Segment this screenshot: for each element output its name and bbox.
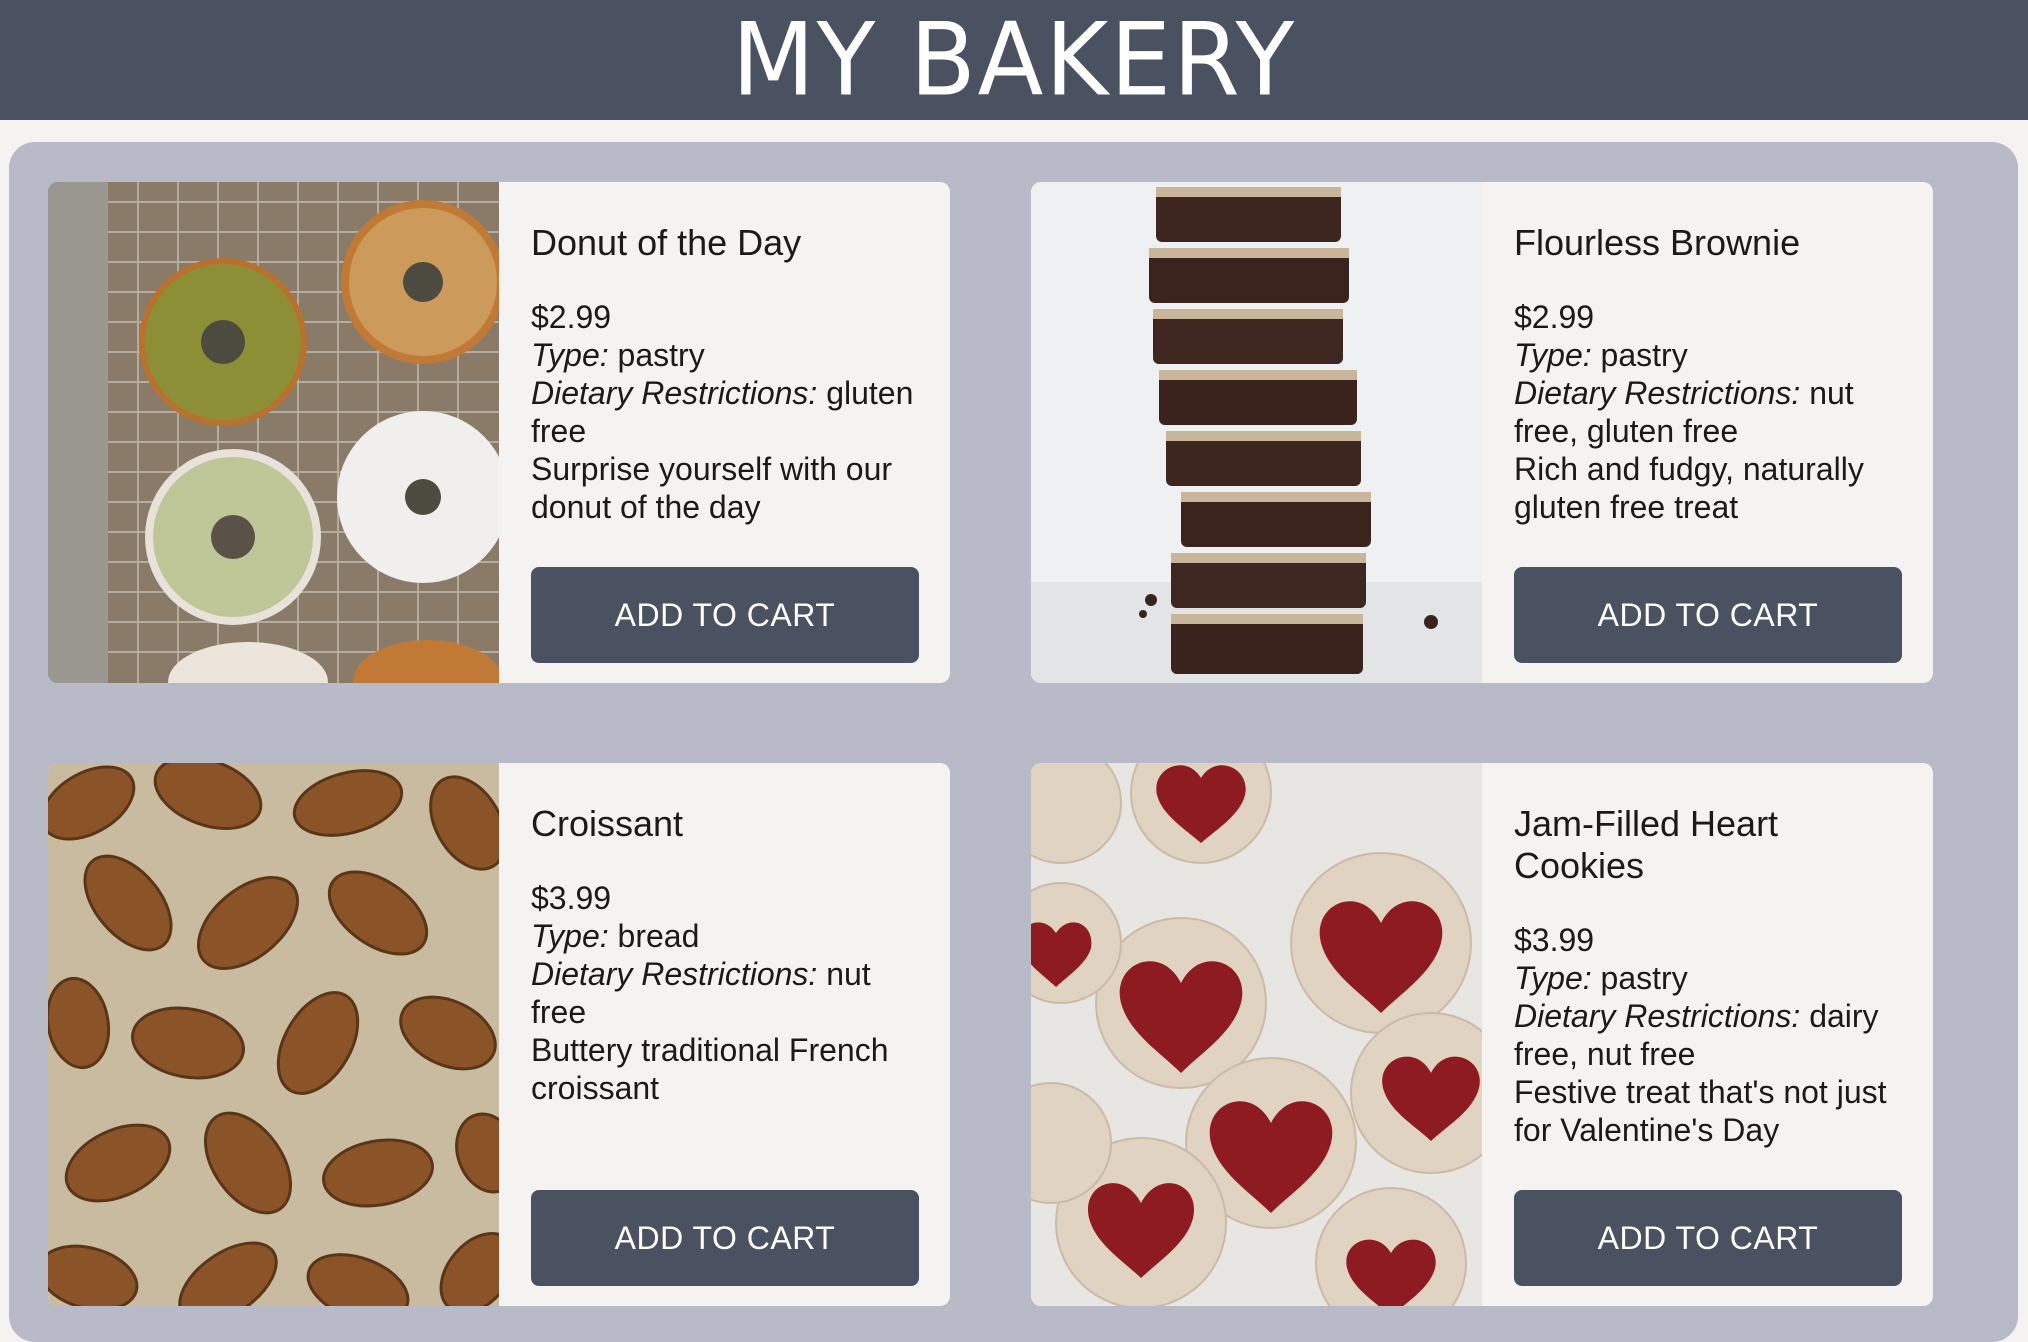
- type-value: pastry: [1600, 960, 1688, 996]
- product-price: $2.99: [1514, 299, 1595, 335]
- type-value: bread: [617, 918, 700, 954]
- add-to-cart-button[interactable]: ADD TO CART: [1514, 567, 1902, 663]
- product-name: Croissant: [531, 803, 684, 844]
- page-title: MY BAKERY: [731, 1, 1297, 119]
- product-card: Croissant $3.99 Type: bread Dietary Rest…: [48, 763, 950, 1306]
- product-diet: Dietary Restrictions: nut free: [531, 955, 918, 1031]
- product-details: Jam-Filled Heart Cookies $3.99 Type: pas…: [1482, 763, 1933, 1306]
- product-grid: Donut of the Day $2.99 Type: pastry Diet…: [9, 142, 2018, 1342]
- product-card: Jam-Filled Heart Cookies $3.99 Type: pas…: [1031, 763, 1933, 1306]
- add-to-cart-button[interactable]: ADD TO CART: [1514, 1190, 1902, 1286]
- product-details: Donut of the Day $2.99 Type: pastry Diet…: [499, 182, 950, 683]
- type-value: pastry: [617, 337, 705, 373]
- product-price: $2.99: [531, 299, 612, 335]
- product-type: Type: pastry: [1514, 336, 1901, 374]
- type-label: Type:: [1514, 960, 1592, 996]
- product-description: Festive treat that's not just for Valent…: [1514, 1074, 1887, 1148]
- product-diet: Dietary Restrictions: nut free, gluten f…: [1514, 374, 1901, 450]
- type-label: Type:: [531, 337, 609, 373]
- type-value: pastry: [1600, 337, 1688, 373]
- diet-label: Dietary Restrictions:: [1514, 375, 1801, 411]
- product-name: Flourless Brownie: [1514, 222, 1801, 263]
- add-to-cart-button[interactable]: ADD TO CART: [531, 567, 919, 663]
- product-name: Donut of the Day: [531, 222, 802, 263]
- donuts-photo: [48, 182, 499, 683]
- diet-label: Dietary Restrictions:: [531, 375, 818, 411]
- type-label: Type:: [531, 918, 609, 954]
- product-card: Flourless Brownie $2.99 Type: pastry Die…: [1031, 182, 1933, 683]
- product-type: Type: pastry: [1514, 959, 1901, 997]
- product-diet: Dietary Restrictions: gluten free: [531, 374, 918, 450]
- product-description: Buttery traditional French croissant: [531, 1032, 889, 1106]
- product-price: $3.99: [1514, 922, 1595, 958]
- product-type: Type: bread: [531, 917, 918, 955]
- croissants-photo: [48, 763, 499, 1306]
- heart-cookies-photo: [1031, 763, 1482, 1306]
- product-details: Croissant $3.99 Type: bread Dietary Rest…: [499, 763, 950, 1306]
- diet-label: Dietary Restrictions:: [1514, 998, 1801, 1034]
- product-diet: Dietary Restrictions: dairy free, nut fr…: [1514, 997, 1901, 1073]
- site-header: MY BAKERY: [0, 0, 2028, 120]
- diet-label: Dietary Restrictions:: [531, 956, 818, 992]
- product-description: Surprise yourself with our donut of the …: [531, 451, 893, 525]
- product-details: Flourless Brownie $2.99 Type: pastry Die…: [1482, 182, 1933, 683]
- product-price: $3.99: [531, 880, 612, 916]
- product-name: Jam-Filled Heart Cookies: [1514, 803, 1779, 886]
- product-type: Type: pastry: [531, 336, 918, 374]
- add-to-cart-button[interactable]: ADD TO CART: [531, 1190, 919, 1286]
- product-description: Rich and fudgy, naturally gluten free tr…: [1514, 451, 1864, 525]
- type-label: Type:: [1514, 337, 1592, 373]
- brownie-stack-photo: [1031, 182, 1482, 683]
- product-card: Donut of the Day $2.99 Type: pastry Diet…: [48, 182, 950, 683]
